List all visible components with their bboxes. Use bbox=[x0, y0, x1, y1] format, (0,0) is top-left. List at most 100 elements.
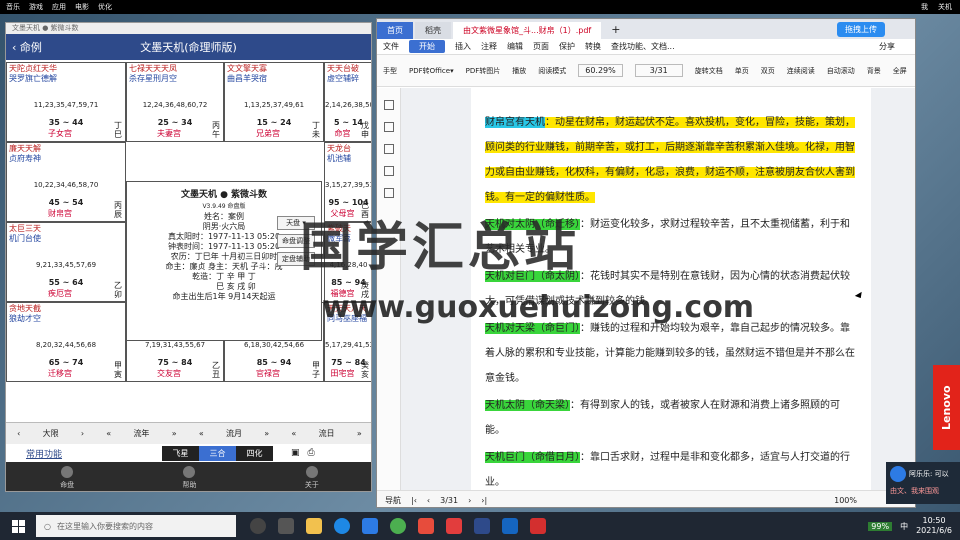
store-icon[interactable] bbox=[362, 518, 378, 534]
fortune-nav-item[interactable]: » bbox=[264, 429, 269, 438]
wps-icon[interactable] bbox=[446, 518, 462, 534]
tab-pdf-document[interactable]: 由文紫微星象馆_斗...财帛（1）.pdf bbox=[453, 22, 602, 39]
topbar-item[interactable]: 游戏 bbox=[29, 2, 43, 12]
document-view[interactable]: 财帛宫有天机：动星在财帛，财运起伏不定。喜欢投机，变化，冒险，技能，策划，顾问类… bbox=[401, 88, 915, 490]
search-field[interactable]: 查找功能、文档... bbox=[611, 41, 675, 52]
play-button[interactable]: 播放 bbox=[512, 66, 526, 76]
palace-cell[interactable]: 天陀贞红天华 哭罗旗亡德解 11,23,35,47,59,71 35 ~ 44 丁巳 子女… bbox=[6, 62, 126, 142]
mode-sihua[interactable]: 四化 bbox=[236, 445, 273, 461]
topbar-item[interactable]: 优化 bbox=[98, 2, 112, 12]
palace-name: 田宅宫 bbox=[330, 369, 355, 378]
paragraph-heading: 天机巨门（命借日月） bbox=[485, 452, 580, 463]
palace-cell[interactable]: 廉天天解 贞府寿神 10,22,34,46,58,70 45 ~ 54 丙辰 财帛宫 bbox=[6, 142, 126, 222]
background[interactable]: 背景 bbox=[867, 66, 881, 76]
nav-label: 帮助 bbox=[182, 481, 197, 489]
new-tab-button[interactable]: + bbox=[603, 20, 628, 39]
nav-help[interactable]: 帮助 bbox=[182, 462, 197, 491]
read-mode[interactable]: 阅读模式 bbox=[538, 66, 566, 76]
print-icon[interactable]: ⎙ bbox=[308, 448, 315, 458]
menu-annotate[interactable]: 注释 bbox=[481, 41, 497, 52]
chrome-icon[interactable] bbox=[390, 518, 406, 534]
next-page-icon[interactable]: › bbox=[468, 496, 471, 505]
hand-tool[interactable]: 手型 bbox=[383, 66, 397, 76]
menu-page[interactable]: 页面 bbox=[533, 41, 549, 52]
game-icon[interactable] bbox=[502, 518, 518, 534]
palace-cell[interactable]: 天天台破 虚空辅碎 2,14,26,38,50 5 ~ 14 戊申 命宫 bbox=[324, 62, 371, 142]
status-page[interactable]: 3/31 bbox=[440, 496, 458, 505]
mode-feixing[interactable]: 飞星 bbox=[162, 445, 199, 461]
auto-scroll[interactable]: 自动滚动 bbox=[827, 66, 855, 76]
drag-upload-button[interactable]: 拖拽上传 bbox=[837, 22, 885, 37]
ime-indicator[interactable]: 中 bbox=[900, 521, 908, 532]
cortana-icon[interactable] bbox=[250, 518, 266, 534]
comment-icon[interactable] bbox=[383, 144, 394, 154]
ziwei-app-icon[interactable] bbox=[474, 518, 490, 534]
task-view-icon[interactable] bbox=[278, 518, 294, 534]
palace-cell[interactable]: 七禄天天天凤 杀存星刑月空 12,24,36,48,60,72 25 ~ 34 丙午 夫妻… bbox=[126, 62, 224, 142]
topbar-item[interactable]: 电影 bbox=[75, 2, 89, 12]
topbar-item[interactable]: 音乐 bbox=[6, 2, 20, 12]
prev-page-icon[interactable]: ‹ bbox=[427, 496, 430, 505]
pdf-icon[interactable] bbox=[530, 518, 546, 534]
common-functions-link[interactable]: 常用功能 bbox=[6, 447, 156, 460]
menu-start[interactable]: 开始 bbox=[409, 40, 445, 53]
fortune-nav-item[interactable]: » bbox=[357, 429, 362, 438]
nav-pane-button[interactable]: 导航 bbox=[385, 495, 401, 506]
menu-convert[interactable]: 转换 bbox=[585, 41, 601, 52]
last-page-icon[interactable]: ›| bbox=[481, 496, 487, 505]
status-zoom[interactable]: 100% bbox=[834, 496, 857, 505]
palace-cell[interactable]: 太巨三天 机门台使 9,21,33,45,57,69 55 ~ 64 乙卯 疾厄宫 bbox=[6, 222, 126, 302]
continuous-read[interactable]: 连续阅读 bbox=[787, 66, 815, 76]
pdf-to-office[interactable]: PDF转Office▾ bbox=[409, 66, 454, 76]
topbar-item[interactable]: 应用 bbox=[52, 2, 66, 12]
fortune-nav-item[interactable]: « bbox=[106, 429, 111, 438]
back-button[interactable]: ‹ 命例 bbox=[6, 39, 66, 55]
first-page-icon[interactable]: |‹ bbox=[411, 496, 417, 505]
menu-edit[interactable]: 编辑 bbox=[507, 41, 523, 52]
tab-home[interactable]: 首页 bbox=[377, 22, 413, 39]
attachment-icon[interactable] bbox=[383, 166, 394, 176]
fortune-nav-item[interactable]: 大限 bbox=[43, 428, 59, 439]
explorer-icon[interactable] bbox=[306, 518, 322, 534]
single-page[interactable]: 单页 bbox=[735, 66, 749, 76]
palace-cell[interactable]: 文文擎天寡 曲昌羊哭宿 1,13,25,37,49,61 15 ~ 24 丁未 兄弟宫 bbox=[224, 62, 324, 142]
taskbar-search[interactable]: ○ 在这里输入你要搜索的内容 bbox=[36, 515, 236, 537]
save-icon[interactable]: ▣ bbox=[291, 448, 300, 458]
zoom-input[interactable]: 60.29% bbox=[578, 64, 623, 77]
nav-about[interactable]: 关于 bbox=[305, 462, 319, 491]
menu-protect[interactable]: 保护 bbox=[559, 41, 575, 52]
topbar-me[interactable]: 我 bbox=[921, 2, 928, 12]
menu-insert[interactable]: 插入 bbox=[455, 41, 471, 52]
topbar-shutdown[interactable]: 关机 bbox=[938, 2, 952, 12]
fullscreen[interactable]: 全屏 bbox=[893, 66, 907, 76]
fortune-nav-item[interactable]: 流月 bbox=[226, 428, 242, 439]
battery-indicator[interactable]: 99% bbox=[868, 521, 893, 531]
notification-sub: 由文、我来围观 bbox=[890, 487, 939, 495]
tab-daoke[interactable]: 稻壳 bbox=[415, 22, 451, 39]
fortune-nav-item[interactable]: ‹ bbox=[17, 429, 20, 438]
share-button[interactable]: 分享 bbox=[879, 41, 895, 52]
bookmark-icon[interactable] bbox=[383, 100, 394, 110]
chat-notification[interactable]: 阿乐乐: 可以 由文、我来围观 bbox=[886, 462, 960, 504]
clock[interactable]: 10:50 2021/6/6 bbox=[916, 516, 952, 536]
double-page[interactable]: 双页 bbox=[761, 66, 775, 76]
fortune-nav-item[interactable]: 流日 bbox=[319, 428, 335, 439]
nav-chart[interactable]: 命盘 bbox=[60, 462, 74, 491]
fortune-nav-item[interactable]: 流年 bbox=[133, 428, 149, 439]
fortune-nav-item[interactable]: « bbox=[199, 429, 204, 438]
mode-sanhe[interactable]: 三合 bbox=[199, 445, 236, 461]
menu-file[interactable]: 文件 bbox=[383, 41, 399, 52]
app-icon[interactable] bbox=[418, 518, 434, 534]
fortune-nav-item[interactable]: « bbox=[291, 429, 296, 438]
fortune-nav-item[interactable]: › bbox=[81, 429, 84, 438]
fortune-nav-item[interactable]: » bbox=[172, 429, 177, 438]
palace-cell[interactable]: 贪地天截 狼劫才空 8,20,32,44,56,68 65 ~ 74 甲寅 迁移宫 bbox=[6, 302, 126, 382]
start-button[interactable] bbox=[0, 519, 36, 533]
pdf-to-image[interactable]: PDF转图片 bbox=[466, 66, 501, 76]
page-input[interactable]: 3/31 bbox=[634, 64, 683, 77]
thumbnail-icon[interactable] bbox=[383, 122, 394, 132]
signature-icon[interactable] bbox=[383, 188, 394, 198]
info-icon bbox=[305, 466, 318, 478]
rotate-doc[interactable]: 旋转文档 bbox=[695, 66, 723, 76]
edge-icon[interactable] bbox=[334, 518, 350, 534]
